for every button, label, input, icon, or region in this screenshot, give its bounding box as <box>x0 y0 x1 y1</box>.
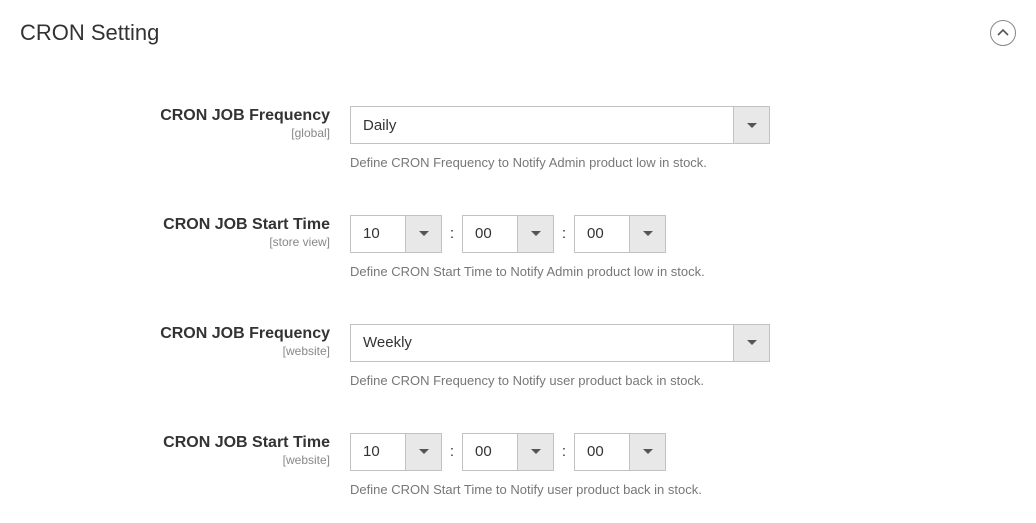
select-value: Daily <box>351 107 733 143</box>
cron-start-user-hour-select[interactable]: 10 <box>350 433 442 471</box>
cron-frequency-admin-select[interactable]: Daily <box>350 106 770 144</box>
section-header: CRON Setting <box>20 20 1016 46</box>
field-cron-frequency-user: CRON JOB Frequency [website] Weekly Defi… <box>20 324 1016 391</box>
label-column: CRON JOB Frequency [global] <box>20 106 350 140</box>
chevron-down-icon <box>747 123 757 128</box>
field-scope: [website] <box>20 453 330 467</box>
cron-start-admin-hour-select[interactable]: 10 <box>350 215 442 253</box>
select-value: 10 <box>351 216 405 252</box>
time-separator: : <box>442 443 462 460</box>
chevron-down-icon <box>531 231 541 236</box>
select-value: 00 <box>463 216 517 252</box>
field-cron-start-time-user: CRON JOB Start Time [website] 10 : 00 : … <box>20 433 1016 500</box>
select-arrow <box>405 216 441 252</box>
field-label: CRON JOB Start Time <box>20 433 330 452</box>
control-column: Daily Define CRON Frequency to Notify Ad… <box>350 106 1016 173</box>
cron-start-user-minute-select[interactable]: 00 <box>462 433 554 471</box>
section-title: CRON Setting <box>20 20 159 46</box>
field-label: CRON JOB Frequency <box>20 106 330 125</box>
select-arrow <box>629 216 665 252</box>
field-help: Define CRON Frequency to Notify Admin pr… <box>350 154 780 173</box>
field-help: Define CRON Frequency to Notify user pro… <box>350 372 780 391</box>
field-label: CRON JOB Start Time <box>20 215 330 234</box>
select-value: 00 <box>575 216 629 252</box>
field-help: Define CRON Start Time to Notify Admin p… <box>350 263 780 282</box>
field-help: Define CRON Start Time to Notify user pr… <box>350 481 780 500</box>
select-arrow <box>517 216 553 252</box>
chevron-down-icon <box>747 340 757 345</box>
control-column: Weekly Define CRON Frequency to Notify u… <box>350 324 1016 391</box>
select-arrow <box>733 325 769 361</box>
time-picker: 10 : 00 : 00 <box>350 215 666 253</box>
select-value: Weekly <box>351 325 733 361</box>
cron-frequency-user-select[interactable]: Weekly <box>350 324 770 362</box>
time-separator: : <box>554 225 574 242</box>
chevron-down-icon <box>643 231 653 236</box>
field-scope: [global] <box>20 126 330 140</box>
time-separator: : <box>442 225 462 242</box>
chevron-down-icon <box>643 449 653 454</box>
cron-start-admin-minute-select[interactable]: 00 <box>462 215 554 253</box>
cron-start-admin-second-select[interactable]: 00 <box>574 215 666 253</box>
select-arrow <box>517 434 553 470</box>
chevron-up-icon <box>997 29 1009 37</box>
select-arrow <box>405 434 441 470</box>
chevron-down-icon <box>419 449 429 454</box>
select-arrow <box>629 434 665 470</box>
select-value: 00 <box>575 434 629 470</box>
cron-start-user-second-select[interactable]: 00 <box>574 433 666 471</box>
field-cron-frequency-admin: CRON JOB Frequency [global] Daily Define… <box>20 106 1016 173</box>
select-value: 10 <box>351 434 405 470</box>
field-label: CRON JOB Frequency <box>20 324 330 343</box>
field-cron-start-time-admin: CRON JOB Start Time [store view] 10 : 00… <box>20 215 1016 282</box>
chevron-down-icon <box>531 449 541 454</box>
control-column: 10 : 00 : 00 Define CRON Start Time to N… <box>350 433 1016 500</box>
field-scope: [store view] <box>20 235 330 249</box>
time-picker: 10 : 00 : 00 <box>350 433 666 471</box>
select-arrow <box>733 107 769 143</box>
collapse-toggle-button[interactable] <box>990 20 1016 46</box>
field-scope: [website] <box>20 344 330 358</box>
select-value: 00 <box>463 434 517 470</box>
label-column: CRON JOB Start Time [store view] <box>20 215 350 249</box>
label-column: CRON JOB Frequency [website] <box>20 324 350 358</box>
time-separator: : <box>554 443 574 460</box>
cron-setting-section: CRON Setting CRON JOB Frequency [global]… <box>0 0 1036 523</box>
label-column: CRON JOB Start Time [website] <box>20 433 350 467</box>
control-column: 10 : 00 : 00 Define CRON Start Time to N… <box>350 215 1016 282</box>
chevron-down-icon <box>419 231 429 236</box>
